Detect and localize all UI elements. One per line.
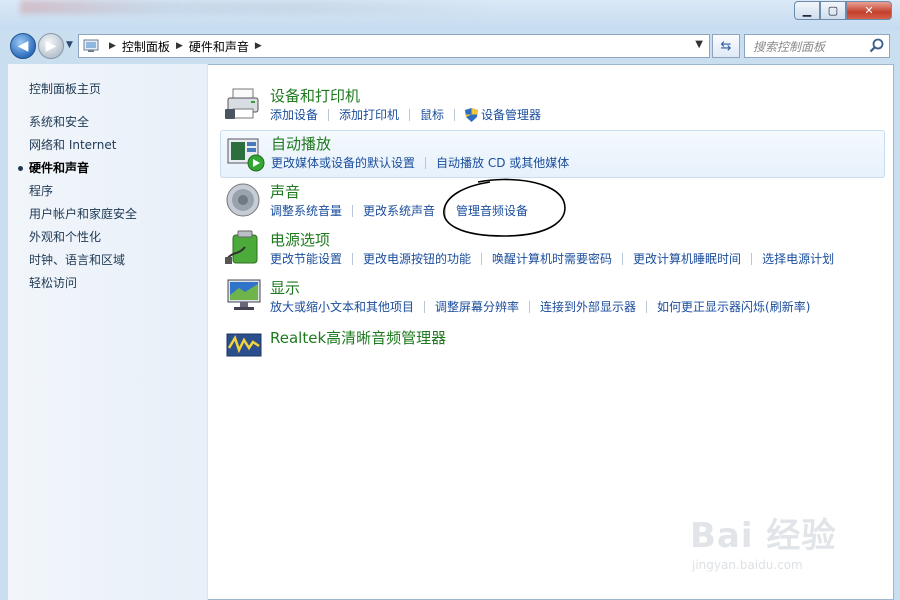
link-require-password-wake[interactable]: 唤醒计算机时需要密码 — [492, 250, 612, 267]
category-title-display[interactable]: 显示 — [270, 277, 300, 298]
category-links-devices-printers: 添加设备 添加打印机 鼠标 设备管理器 — [270, 106, 541, 123]
breadcrumb-control-panel[interactable]: 控制面板 — [122, 38, 170, 55]
link-separator — [481, 252, 483, 265]
watermark-url: jingyan.baidu.com — [692, 558, 803, 572]
title-bar-blurred-content — [20, 0, 500, 14]
link-screen-resolution[interactable]: 调整屏幕分辨率 — [435, 298, 519, 315]
speaker-icon[interactable] — [225, 181, 265, 219]
address-history-dropdown[interactable]: ▼ — [695, 39, 703, 50]
arrow-right-icon: ▶ — [45, 38, 57, 54]
arrow-left-icon: ◀ — [17, 38, 29, 54]
link-separator — [751, 252, 753, 265]
link-choose-power-plan[interactable]: 选择电源计划 — [762, 250, 834, 267]
printer-icon[interactable] — [225, 85, 265, 123]
link-add-printer[interactable]: 添加打印机 — [339, 106, 399, 123]
category-title-power-options[interactable]: 电源选项 — [270, 229, 330, 250]
link-separator — [352, 204, 354, 217]
search-input[interactable]: 搜索控制面板 — [744, 34, 890, 58]
link-change-power-buttons[interactable]: 更改电源按钮的功能 — [363, 250, 471, 267]
title-bar: ▁ ▢ ✕ — [0, 0, 900, 30]
sidebar-item-clock-language-region[interactable]: 时钟、语言和区域 — [29, 251, 125, 268]
link-separator — [328, 108, 330, 121]
control-panel-icon — [81, 35, 103, 57]
refresh-icon: ⇆ — [720, 38, 732, 54]
link-refresh-rate[interactable]: 如何更正显示器闪烁(刷新率) — [657, 298, 810, 315]
link-text-size[interactable]: 放大或缩小文本和其他项目 — [270, 298, 414, 315]
current-item-bullet — [18, 166, 23, 171]
breadcrumb-hardware-sound[interactable]: 硬件和声音 — [189, 38, 249, 55]
link-autoplay-cd[interactable]: 自动播放 CD 或其他媒体 — [436, 154, 569, 171]
breadcrumb-chevron-icon[interactable]: ▶ — [255, 41, 262, 51]
link-change-sleep-time[interactable]: 更改计算机睡眠时间 — [633, 250, 741, 267]
category-devices-printers: 设备和打印机 添加设备 添加打印机 鼠标 设备管理器 — [220, 82, 885, 128]
link-mouse[interactable]: 鼠标 — [420, 106, 444, 123]
link-add-device[interactable]: 添加设备 — [270, 106, 318, 123]
watermark: Bai 经验 jingyan.baidu.com — [690, 498, 860, 580]
sidebar-item-appearance[interactable]: 外观和个性化 — [29, 228, 101, 245]
category-realtek: Realtek高清晰音频管理器 — [220, 324, 885, 360]
link-separator — [454, 108, 456, 121]
display-icon[interactable] — [225, 277, 265, 315]
forward-button[interactable]: ▶ — [38, 33, 64, 59]
link-separator — [646, 300, 648, 313]
refresh-button[interactable]: ⇆ — [712, 34, 740, 58]
category-links-display: 放大或缩小文本和其他项目 调整屏幕分辨率 连接到外部显示器 如何更正显示器闪烁(… — [270, 298, 810, 315]
link-change-media-defaults[interactable]: 更改媒体或设备的默认设置 — [271, 154, 415, 171]
power-options-icon[interactable] — [225, 229, 265, 267]
category-title-sound[interactable]: 声音 — [270, 181, 300, 202]
realtek-audio-icon[interactable] — [225, 326, 265, 364]
minimize-button[interactable]: ▁ — [794, 1, 820, 20]
sidebar-item-ease-of-access[interactable]: 轻松访问 — [29, 274, 77, 291]
link-adjust-volume[interactable]: 调整系统音量 — [270, 202, 342, 219]
breadcrumb-chevron-icon[interactable]: ▶ — [176, 41, 183, 51]
watermark-brand: Bai 经验 — [690, 516, 837, 556]
category-display: 显示 放大或缩小文本和其他项目 调整屏幕分辨率 连接到外部显示器 如何更正显示器… — [220, 274, 885, 320]
link-external-display[interactable]: 连接到外部显示器 — [540, 298, 636, 315]
link-change-system-sounds[interactable]: 更改系统声音 — [363, 202, 435, 219]
link-device-manager[interactable]: 设备管理器 — [481, 106, 541, 123]
sidebar-item-hardware-sound[interactable]: 硬件和声音 — [29, 159, 89, 176]
category-links-autoplay: 更改媒体或设备的默认设置 自动播放 CD 或其他媒体 — [271, 154, 569, 171]
category-autoplay: 自动播放 更改媒体或设备的默认设置 自动播放 CD 或其他媒体 — [220, 130, 885, 178]
uac-shield-icon — [465, 107, 479, 122]
close-button[interactable]: ✕ — [846, 1, 892, 20]
maximize-button[interactable]: ▢ — [820, 1, 846, 20]
autoplay-icon[interactable] — [226, 135, 266, 173]
search-icon[interactable] — [869, 38, 885, 54]
category-title-devices-printers[interactable]: 设备和打印机 — [270, 85, 360, 106]
navigation-bar: ◀ ▶ ▼ ▶ 控制面板 ▶ 硬件和声音 ▶ ▼ ⇆ 搜索控制面板 — [0, 30, 900, 62]
category-title-autoplay[interactable]: 自动播放 — [271, 133, 331, 154]
maximize-icon: ▢ — [827, 4, 839, 17]
link-separator — [425, 156, 427, 169]
annotation-circle — [443, 178, 566, 237]
sidebar-item-programs[interactable]: 程序 — [29, 182, 53, 199]
category-links-power-options: 更改节能设置 更改电源按钮的功能 唤醒计算机时需要密码 更改计算机睡眠时间 选择… — [270, 250, 834, 267]
category-title-realtek[interactable]: Realtek高清晰音频管理器 — [270, 327, 446, 348]
back-button[interactable]: ◀ — [10, 33, 36, 59]
link-separator — [409, 108, 411, 121]
link-separator — [424, 300, 426, 313]
sidebar-item-system-security[interactable]: 系统和安全 — [29, 113, 89, 130]
link-separator — [352, 252, 354, 265]
link-separator — [622, 252, 624, 265]
window-controls: ▁ ▢ ✕ — [794, 1, 892, 20]
close-icon: ✕ — [864, 4, 874, 17]
link-change-power-saving[interactable]: 更改节能设置 — [270, 250, 342, 267]
search-placeholder: 搜索控制面板 — [753, 39, 826, 54]
sidebar-item-user-accounts[interactable]: 用户帐户和家庭安全 — [29, 205, 137, 222]
sidebar-item-network-internet[interactable]: 网络和 Internet — [29, 136, 116, 153]
breadcrumb-chevron-icon[interactable]: ▶ — [109, 41, 116, 51]
link-separator — [529, 300, 531, 313]
address-bar[interactable]: ▶ 控制面板 ▶ 硬件和声音 ▶ ▼ — [78, 34, 710, 58]
sidebar-item-control-panel-home[interactable]: 控制面板主页 — [29, 80, 101, 97]
recent-pages-dropdown[interactable]: ▼ — [66, 40, 73, 50]
minimize-icon: ▁ — [802, 4, 812, 17]
